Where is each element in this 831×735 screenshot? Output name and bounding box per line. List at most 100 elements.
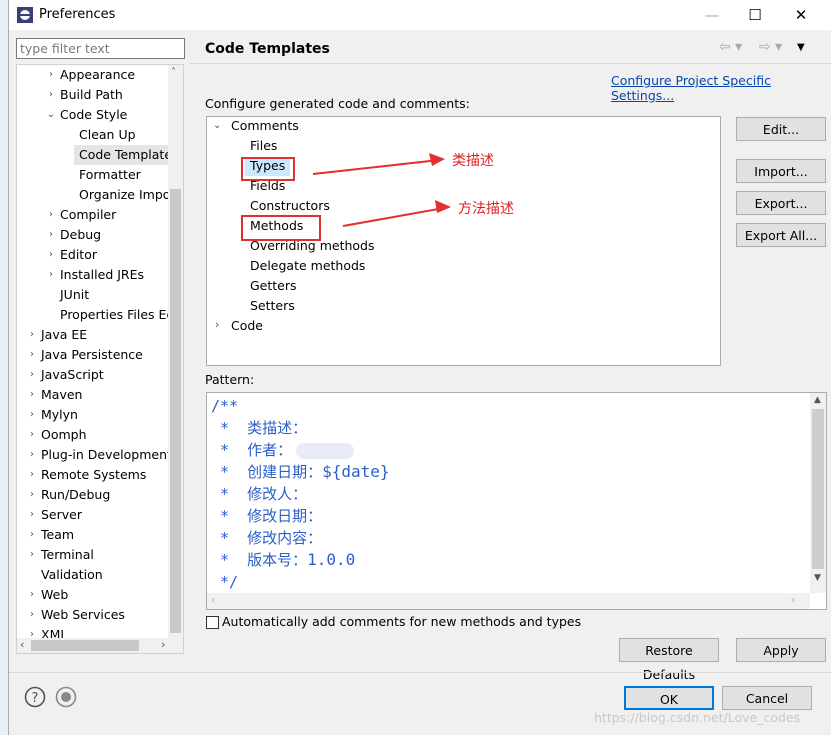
sidebar-item[interactable]: › Team — [17, 525, 167, 545]
tree-node-comments[interactable]: Comments — [231, 118, 299, 133]
ok-button[interactable]: OK — [624, 686, 714, 710]
scroll-up-icon[interactable]: ▲ — [814, 395, 821, 405]
sidebar-item-label: Team — [41, 527, 75, 542]
tree-node-getters[interactable]: Getters — [250, 278, 297, 293]
collapsed-arrow-icon[interactable]: › — [215, 318, 219, 331]
sidebar-item[interactable]: › Java EE — [17, 325, 167, 345]
collapsed-arrow-icon[interactable]: › — [25, 365, 39, 385]
pattern-text[interactable]: /** * 类描述： * 作者： * 创建日期：${date} * 修改人： *… — [211, 395, 390, 593]
tree-hscroll-thumb[interactable] — [31, 640, 139, 651]
import-button[interactable]: Import... — [736, 159, 826, 183]
sidebar-item[interactable]: › Build Path — [17, 85, 167, 105]
help-icon[interactable]: ? — [24, 686, 46, 708]
restore-defaults-button[interactable]: Restore Defaults — [619, 638, 719, 682]
sidebar-item[interactable]: Validation — [17, 565, 167, 585]
collapsed-arrow-icon[interactable]: › — [25, 605, 39, 625]
collapsed-arrow-icon[interactable]: › — [44, 205, 58, 225]
pattern-horizontal-scrollbar[interactable]: ‹ › — [207, 593, 810, 609]
edit-button[interactable]: Edit... — [736, 117, 826, 141]
tree-node-setters[interactable]: Setters — [250, 298, 295, 313]
sidebar-item[interactable]: › Terminal — [17, 545, 167, 565]
back-icon[interactable]: ⇦ ▾ — [719, 39, 742, 55]
sidebar-item[interactable]: › Installed JREs — [17, 265, 167, 285]
maximize-button[interactable]: ☐ — [735, 3, 775, 27]
tree-horizontal-scrollbar[interactable]: ‹ › — [17, 638, 183, 653]
sidebar-item[interactable]: › Run/Debug — [17, 485, 167, 505]
sidebar-item-label: Build Path — [60, 87, 123, 102]
forward-icon[interactable]: ⇨ ▾ — [759, 39, 782, 55]
collapsed-arrow-icon[interactable]: › — [25, 485, 39, 505]
scroll-right-icon[interactable]: › — [791, 595, 795, 606]
tree-node-files[interactable]: Files — [250, 138, 277, 153]
sidebar-item[interactable]: Formatter — [17, 165, 167, 185]
sidebar-item-label: Organize Impo — [79, 187, 171, 202]
collapsed-arrow-icon[interactable]: › — [44, 65, 58, 85]
pattern-scroll-thumb[interactable] — [812, 409, 824, 569]
tree-vertical-scrollbar[interactable]: ˄ — [168, 65, 183, 653]
collapsed-arrow-icon[interactable]: › — [44, 245, 58, 265]
scroll-left-icon[interactable]: ‹ — [20, 638, 24, 651]
sidebar-item[interactable]: › Web — [17, 585, 167, 605]
scroll-down-icon[interactable]: ▼ — [814, 573, 821, 583]
sidebar-item[interactable]: ⌄ Code Style — [17, 105, 167, 125]
sidebar-item-label: Mylyn — [41, 407, 78, 422]
sidebar-item[interactable]: › JavaScript — [17, 365, 167, 385]
expanded-arrow-icon[interactable]: ⌄ — [44, 105, 58, 125]
sidebar-item[interactable]: Organize Impo — [17, 185, 171, 205]
scroll-left-icon[interactable]: ‹ — [211, 595, 215, 606]
collapsed-arrow-icon[interactable]: › — [25, 385, 39, 405]
collapsed-arrow-icon[interactable]: › — [25, 505, 39, 525]
scroll-up-icon[interactable]: ˄ — [171, 67, 176, 78]
export-button[interactable]: Export... — [736, 191, 826, 215]
apply-button[interactable]: Apply — [736, 638, 826, 662]
close-button[interactable]: ✕ — [781, 3, 821, 27]
record-macro-icon[interactable] — [55, 686, 77, 708]
collapsed-arrow-icon[interactable]: › — [44, 225, 58, 245]
auto-comment-checkbox[interactable] — [206, 616, 219, 629]
cancel-button[interactable]: Cancel — [722, 686, 812, 710]
sidebar-item[interactable]: › Server — [17, 505, 167, 525]
minimize-button[interactable]: — — [692, 3, 732, 27]
tree-scroll-thumb[interactable] — [170, 189, 181, 633]
sidebar-item[interactable]: › Appearance — [17, 65, 167, 85]
scroll-right-icon[interactable]: › — [161, 638, 165, 651]
collapsed-arrow-icon[interactable]: › — [25, 345, 39, 365]
collapsed-arrow-icon[interactable]: › — [25, 425, 39, 445]
sidebar-item[interactable]: › Maven — [17, 385, 167, 405]
collapsed-arrow-icon[interactable]: › — [25, 325, 39, 345]
sidebar-item[interactable]: Properties Files Ed — [17, 305, 174, 325]
sidebar-item-label: Web Services — [41, 607, 125, 622]
sidebar-item[interactable]: › Debug — [17, 225, 167, 245]
sidebar-item[interactable]: › Editor — [17, 245, 167, 265]
filter-input[interactable]: type filter text — [16, 38, 185, 59]
configure-project-link[interactable]: Configure Project Specific Settings... — [611, 73, 831, 103]
pattern-line: * 创建日期：${date} — [211, 462, 390, 481]
sidebar-item[interactable]: › Java Persistence — [17, 345, 167, 365]
tree-node-code[interactable]: Code — [231, 318, 263, 333]
collapsed-arrow-icon[interactable]: › — [44, 85, 58, 105]
collapsed-arrow-icon[interactable]: › — [25, 445, 39, 465]
collapsed-arrow-icon[interactable]: › — [25, 545, 39, 565]
collapsed-arrow-icon[interactable]: › — [25, 405, 39, 425]
tree-node-delegate-methods[interactable]: Delegate methods — [250, 258, 365, 273]
sidebar-item[interactable]: Clean Up — [17, 125, 167, 145]
collapsed-arrow-icon[interactable]: › — [44, 265, 58, 285]
export-all-button[interactable]: Export All... — [736, 223, 826, 247]
collapsed-arrow-icon[interactable]: › — [25, 585, 39, 605]
view-menu-icon[interactable]: ▼ — [797, 42, 805, 53]
sidebar-item[interactable]: › Mylyn — [17, 405, 167, 425]
sidebar-item[interactable]: Code Template — [74, 145, 172, 165]
sidebar-item[interactable]: › Remote Systems — [17, 465, 167, 485]
sidebar-item[interactable]: › Oomph — [17, 425, 167, 445]
pattern-vertical-scrollbar[interactable]: ▲ ▼ — [810, 393, 826, 593]
sidebar-item[interactable]: › Compiler — [17, 205, 167, 225]
sidebar-item[interactable]: › Plug-in Development — [17, 445, 172, 465]
sidebar-item[interactable]: › Web Services — [17, 605, 167, 625]
expanded-arrow-icon[interactable]: ⌄ — [213, 120, 221, 131]
sidebar-item-label: Server — [41, 507, 82, 522]
collapsed-arrow-icon[interactable]: › — [25, 525, 39, 545]
collapsed-arrow-icon[interactable]: › — [25, 465, 39, 485]
sidebar-item[interactable]: JUnit — [17, 285, 167, 305]
pattern-editor[interactable]: /** * 类描述： * 作者： * 创建日期：${date} * 修改人： *… — [206, 392, 827, 610]
sidebar-item-label: Java Persistence — [41, 347, 143, 362]
